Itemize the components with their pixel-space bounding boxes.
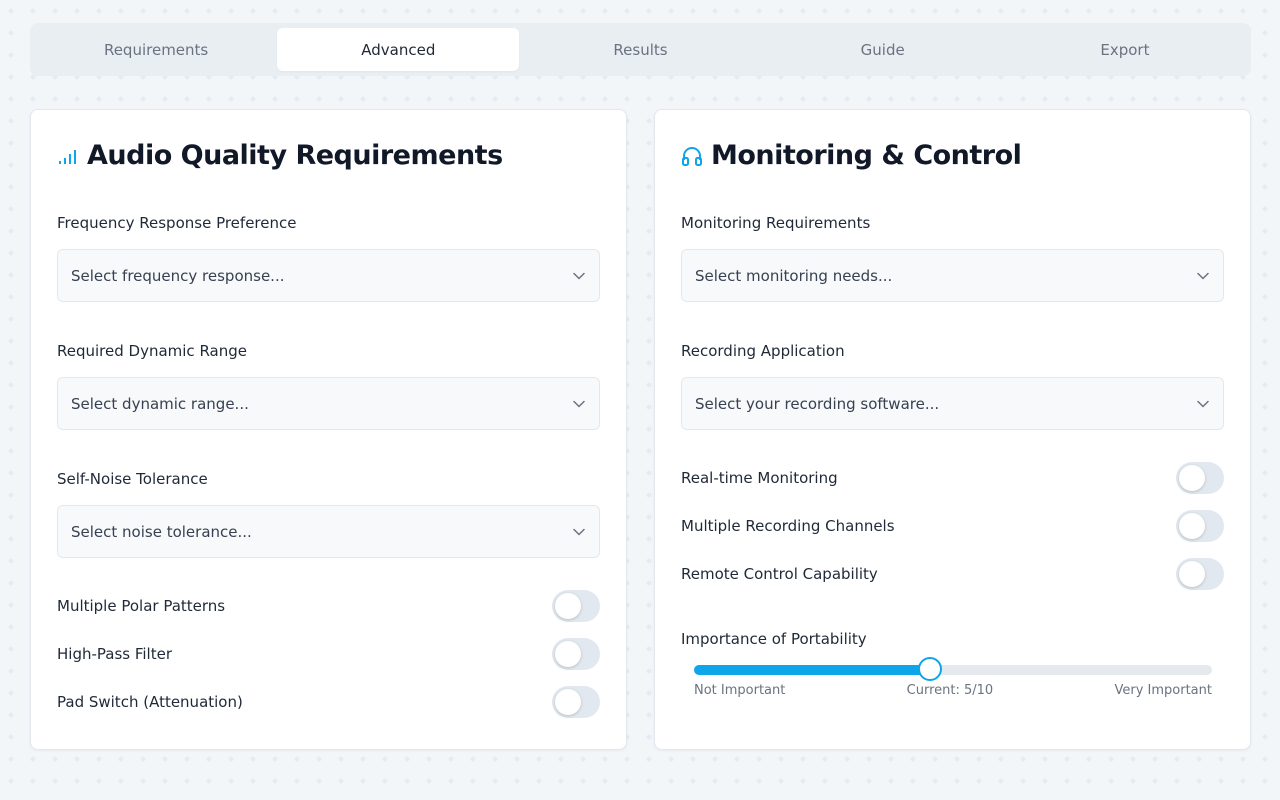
frequency-response-select[interactable]: Select frequency response... — [57, 249, 600, 302]
chevron-down-icon — [573, 272, 585, 280]
high-pass-filter-row: High-Pass Filter — [57, 638, 600, 670]
tab-export[interactable]: Export — [1004, 28, 1246, 71]
polar-patterns-label: Multiple Polar Patterns — [57, 597, 226, 615]
pad-switch-toggle[interactable] — [552, 686, 600, 718]
recording-application-select[interactable]: Select your recording software... — [681, 377, 1224, 430]
portability-scale: Not Important Current: 5/10 Very Importa… — [694, 683, 1212, 698]
toggle-knob — [1179, 513, 1205, 539]
frequency-response-label: Frequency Response Preference — [57, 214, 297, 232]
dynamic-range-placeholder: Select dynamic range... — [71, 394, 249, 413]
high-pass-filter-toggle[interactable] — [552, 638, 600, 670]
realtime-monitoring-label: Real-time Monitoring — [681, 469, 838, 487]
self-noise-placeholder: Select noise tolerance... — [71, 522, 252, 541]
slider-min-label: Not Important — [694, 683, 786, 698]
headphones-icon — [681, 146, 703, 166]
slider-fill — [694, 665, 930, 675]
remote-control-label: Remote Control Capability — [681, 565, 878, 583]
toggle-knob — [1179, 465, 1205, 491]
recording-application-label: Recording Application — [681, 342, 845, 360]
monitoring-requirements-label: Monitoring Requirements — [681, 214, 871, 232]
self-noise-label: Self-Noise Tolerance — [57, 470, 208, 488]
pad-switch-label: Pad Switch (Attenuation) — [57, 693, 243, 711]
tab-results[interactable]: Results — [519, 28, 761, 71]
portability-label: Importance of Portability — [681, 630, 867, 648]
self-noise-select[interactable]: Select noise tolerance... — [57, 505, 600, 558]
slider-current-label: Current: 5/10 — [906, 683, 994, 698]
audio-quality-title-row: Audio Quality Requirements — [57, 140, 503, 171]
monitoring-title-row: Monitoring & Control — [681, 140, 1022, 171]
polar-patterns-row: Multiple Polar Patterns — [57, 590, 600, 622]
toggle-knob — [555, 689, 581, 715]
multiple-channels-label: Multiple Recording Channels — [681, 517, 895, 535]
monitoring-requirements-select[interactable]: Select monitoring needs... — [681, 249, 1224, 302]
tab-requirements[interactable]: Requirements — [35, 28, 277, 71]
tab-advanced[interactable]: Advanced — [277, 28, 520, 71]
audio-quality-title: Audio Quality Requirements — [87, 140, 503, 171]
signal-bars-icon — [57, 147, 79, 165]
high-pass-filter-label: High-Pass Filter — [57, 645, 172, 663]
recording-application-placeholder: Select your recording software... — [695, 394, 940, 413]
chevron-down-icon — [1197, 400, 1209, 408]
remote-control-row: Remote Control Capability — [681, 558, 1224, 590]
slider-max-label: Very Important — [1114, 683, 1212, 698]
realtime-monitoring-row: Real-time Monitoring — [681, 462, 1224, 494]
chevron-down-icon — [573, 528, 585, 536]
multiple-channels-row: Multiple Recording Channels — [681, 510, 1224, 542]
monitoring-title: Monitoring & Control — [711, 140, 1022, 171]
toggle-knob — [1179, 561, 1205, 587]
pad-switch-row: Pad Switch (Attenuation) — [57, 686, 600, 718]
tab-bar: Requirements Advanced Results Guide Expo… — [30, 23, 1251, 76]
toggle-knob — [555, 593, 581, 619]
dynamic-range-label: Required Dynamic Range — [57, 342, 247, 360]
tab-guide[interactable]: Guide — [762, 28, 1004, 71]
slider-thumb[interactable] — [917, 657, 942, 681]
portability-slider[interactable] — [694, 657, 1212, 681]
toggle-knob — [555, 641, 581, 667]
remote-control-toggle[interactable] — [1176, 558, 1224, 590]
multiple-channels-toggle[interactable] — [1176, 510, 1224, 542]
audio-quality-card: Audio Quality Requirements Frequency Res… — [30, 109, 627, 750]
chevron-down-icon — [573, 400, 585, 408]
monitoring-requirements-placeholder: Select monitoring needs... — [695, 266, 893, 285]
realtime-monitoring-toggle[interactable] — [1176, 462, 1224, 494]
dynamic-range-select[interactable]: Select dynamic range... — [57, 377, 600, 430]
monitoring-card: Monitoring & Control Monitoring Requirem… — [654, 109, 1251, 750]
polar-patterns-toggle[interactable] — [552, 590, 600, 622]
frequency-response-placeholder: Select frequency response... — [71, 266, 285, 285]
chevron-down-icon — [1197, 272, 1209, 280]
